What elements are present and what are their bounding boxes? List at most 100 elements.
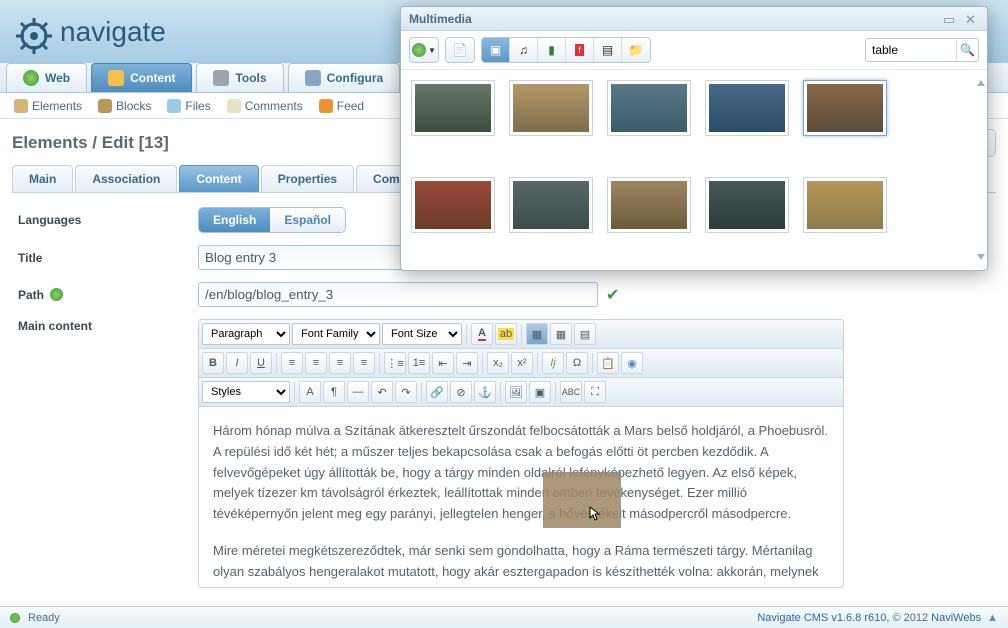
sup-btn[interactable]: x² (511, 352, 533, 374)
align-center-btn[interactable]: ≡ (305, 352, 327, 374)
thumb-10[interactable] (803, 177, 887, 233)
unlink-btn[interactable]: ⊘ (450, 381, 472, 403)
tb3-d[interactable]: ↶ (371, 381, 393, 403)
filter-audio-btn[interactable]: ♫ (510, 38, 538, 62)
status-dot-icon (10, 613, 20, 623)
styles-select[interactable]: Styles (202, 381, 290, 403)
add-file-btn[interactable]: 📄 (446, 38, 474, 62)
align-left-btn[interactable]: ≡ (281, 352, 303, 374)
paste-btn[interactable]: 📋 (597, 352, 619, 374)
help-btn[interactable]: ◉ (621, 352, 643, 374)
drag-preview-thumb (543, 472, 621, 528)
version-link[interactable]: Navigate CMS v1.6.8 r610 (757, 612, 886, 624)
search-icon[interactable]: 🔍 (956, 39, 978, 61)
tb3-a[interactable]: A (299, 381, 321, 403)
scroll-down-icon (977, 254, 985, 260)
list-ol-btn[interactable]: 1≡ (408, 352, 430, 374)
filter-video-btn[interactable]: ▮ (538, 38, 566, 62)
editor-toolbar-3: Styles A ¶ — ↶ ↷ 🔗 ⊘ ⚓ 🖼 ▣ ABC ⛶ (199, 378, 843, 407)
image-btn[interactable]: 🖼 (505, 381, 527, 403)
tb3-b[interactable]: ¶ (323, 381, 345, 403)
thumb-8[interactable] (607, 177, 691, 233)
editor-body[interactable]: Három hónap múlva a Szítának átkeresztel… (199, 407, 843, 587)
modal-scroll[interactable] (977, 80, 983, 260)
char-btn[interactable]: Ω (566, 352, 588, 374)
scroll-up-icon (977, 80, 985, 86)
thumb-9[interactable] (705, 177, 789, 233)
status-right: Navigate CMS v1.6.8 r610, © 2012 NaviWeb… (757, 612, 998, 624)
lang-english[interactable]: English (199, 208, 270, 232)
maximize-icon[interactable]: ▭ (943, 12, 957, 26)
clear-btn[interactable]: Ij (542, 352, 564, 374)
title-label: Title (18, 251, 198, 265)
status-bar: Ready Navigate CMS v1.6.8 r610, © 2012 N… (0, 606, 1008, 628)
thumb-2[interactable] (509, 80, 593, 136)
thumb-5[interactable] (803, 80, 887, 136)
spell-btn[interactable]: ABC (560, 381, 582, 403)
sub-btn[interactable]: x₂ (487, 352, 509, 374)
lang-spanish[interactable]: Español (270, 208, 345, 232)
table-btn[interactable]: ▦ (550, 323, 572, 345)
align-right-btn[interactable]: ≡ (329, 352, 351, 374)
tab-content[interactable]: Content (179, 165, 258, 192)
company-link[interactable]: NaviWebs (931, 612, 981, 624)
nav-content[interactable]: Content (91, 63, 192, 92)
full-btn[interactable]: ⛶ (584, 381, 606, 403)
thumb-6[interactable] (411, 177, 495, 233)
list-ul-btn[interactable]: ⋮≡ (384, 352, 406, 374)
align-justify-btn[interactable]: ≡ (353, 352, 375, 374)
bold-btn[interactable]: B (202, 352, 224, 374)
link-btn[interactable]: 🔗 (426, 381, 448, 403)
underline-btn[interactable]: U (250, 352, 272, 374)
page-title: Elements / Edit [13] (12, 133, 169, 153)
bg-color-btn[interactable]: ab (495, 323, 517, 345)
subnav-blocks[interactable]: Blocks (98, 99, 151, 113)
modal-body (401, 70, 987, 270)
search-box: 🔍 (865, 38, 979, 62)
layout-btn[interactable]: ▦ (526, 323, 548, 345)
modal-header[interactable]: Multimedia ▭ ✕ (401, 7, 987, 31)
paragraph-1: Három hónap múlva a Szítának átkeresztel… (213, 421, 829, 525)
thumb-1[interactable] (411, 80, 495, 136)
nav-configuration[interactable]: Configura (288, 63, 401, 92)
paragraph-select[interactable]: Paragraph (202, 323, 290, 345)
thumb-7[interactable] (509, 177, 593, 233)
status-text: Ready (28, 612, 60, 624)
grid-btn[interactable]: ▤ (574, 323, 596, 345)
tb3-c[interactable]: — (347, 381, 369, 403)
nav-web[interactable]: Web (6, 63, 87, 92)
tb3-e[interactable]: ↷ (395, 381, 417, 403)
filter-flash-btn[interactable]: f (566, 38, 594, 62)
nav-tools[interactable]: Tools (196, 63, 283, 92)
outdent-btn[interactable]: ⇤ (432, 352, 454, 374)
filter-folder-btn[interactable]: 📁 (622, 38, 650, 62)
rich-editor: Paragraph Font Family Font Size A ab ▦ ▦… (198, 319, 844, 588)
font-size-select[interactable]: Font Size (382, 323, 462, 345)
subnav-files[interactable]: Files (167, 99, 210, 113)
editor-toolbar-1: Paragraph Font Family Font Size A ab ▦ ▦… (199, 320, 843, 349)
video-btn[interactable]: ▣ (529, 381, 551, 403)
globe-dropdown[interactable]: ▼ (410, 38, 438, 62)
thumb-3[interactable] (607, 80, 691, 136)
filter-doc-btn[interactable]: ▤ (594, 38, 622, 62)
tab-properties[interactable]: Properties (261, 165, 354, 192)
anchor-btn[interactable]: ⚓ (474, 381, 496, 403)
subnav-comments[interactable]: Comments (227, 99, 303, 113)
filter-image-btn[interactable]: ▣ (482, 38, 510, 62)
close-icon[interactable]: ✕ (965, 12, 979, 26)
multimedia-modal: Multimedia ▭ ✕ ▼ 📄 ▣ ♫ ▮ f ▤ 📁 🔍 (400, 6, 988, 271)
pencil-icon (108, 70, 124, 86)
path-input[interactable] (198, 282, 598, 307)
font-family-select[interactable]: Font Family (292, 323, 380, 345)
indent-btn[interactable]: ⇥ (456, 352, 478, 374)
text-color-btn[interactable]: A (471, 323, 493, 345)
tab-main[interactable]: Main (12, 165, 73, 192)
thumb-4[interactable] (705, 80, 789, 136)
logo-wheel-icon (10, 8, 58, 56)
search-input[interactable] (866, 43, 956, 57)
triangle-icon[interactable]: ▲ (987, 612, 998, 624)
subnav-elements[interactable]: Elements (14, 99, 82, 113)
tab-association[interactable]: Association (75, 165, 177, 192)
subnav-feeds[interactable]: Feed (319, 99, 364, 113)
italic-btn[interactable]: I (226, 352, 248, 374)
